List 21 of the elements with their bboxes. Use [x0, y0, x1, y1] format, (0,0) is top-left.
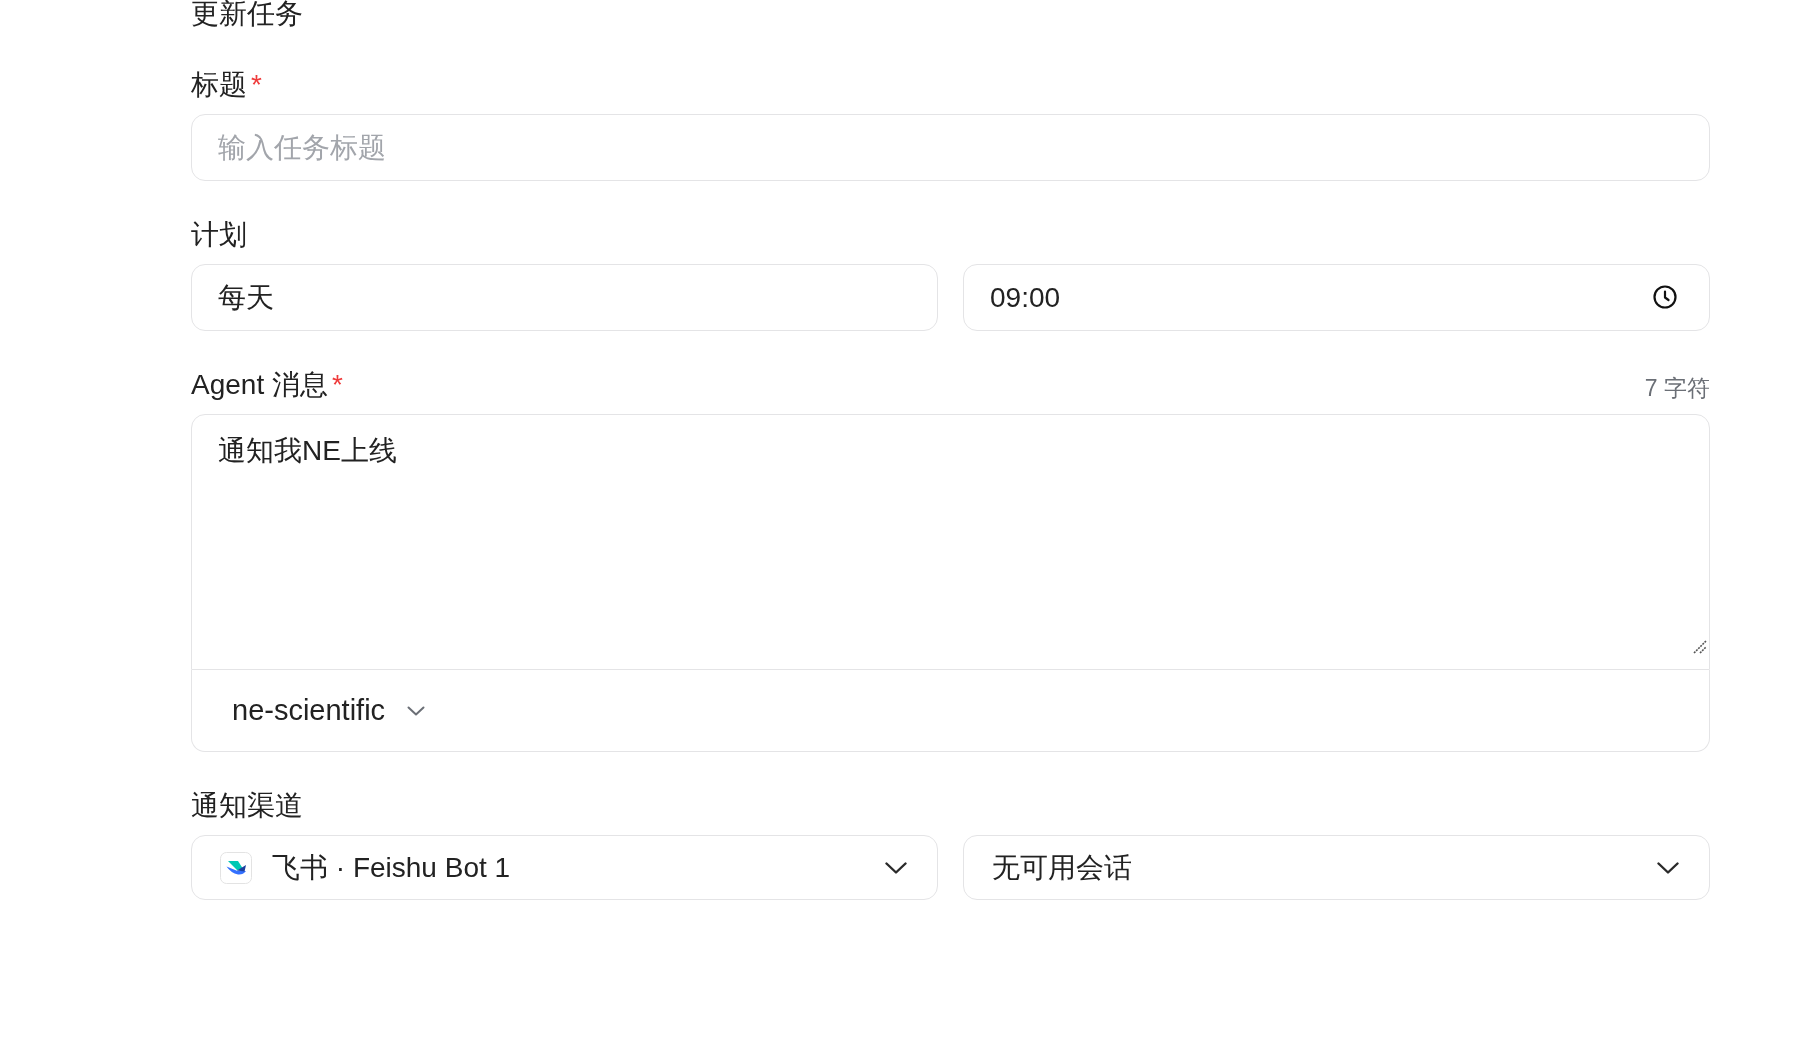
field-label: Agent 消息	[191, 368, 328, 402]
message-field[interactable]: 通知我NE上线	[191, 414, 1710, 670]
resize-grip-icon[interactable]	[1693, 640, 1707, 654]
channel-select[interactable]: 飞书 · Feishu Bot 1	[191, 835, 938, 900]
agent-select[interactable]: ne-scientific	[232, 694, 426, 727]
clock-icon[interactable]	[1653, 285, 1677, 309]
bird-logo-icon	[220, 851, 252, 884]
form-heading: 更新任务	[191, 0, 304, 28]
field-label: 计划	[191, 218, 247, 252]
chevron-down-icon	[407, 705, 426, 716]
chevron-down-icon	[885, 861, 907, 874]
field-label: 通知渠道	[191, 789, 303, 823]
time-field[interactable]: 09:00	[963, 264, 1710, 331]
required-asterisk: *	[331, 368, 343, 402]
frequency-field[interactable]: 每天	[191, 264, 938, 331]
session-select[interactable]: 无可用会话	[963, 835, 1710, 900]
chevron-down-icon	[1657, 861, 1679, 874]
required-asterisk: *	[251, 68, 262, 102]
title-input-field[interactable]: 输入任务标题	[191, 114, 1710, 181]
character-counter: 7 字符	[1644, 374, 1710, 403]
field-label: 标题	[191, 68, 247, 102]
